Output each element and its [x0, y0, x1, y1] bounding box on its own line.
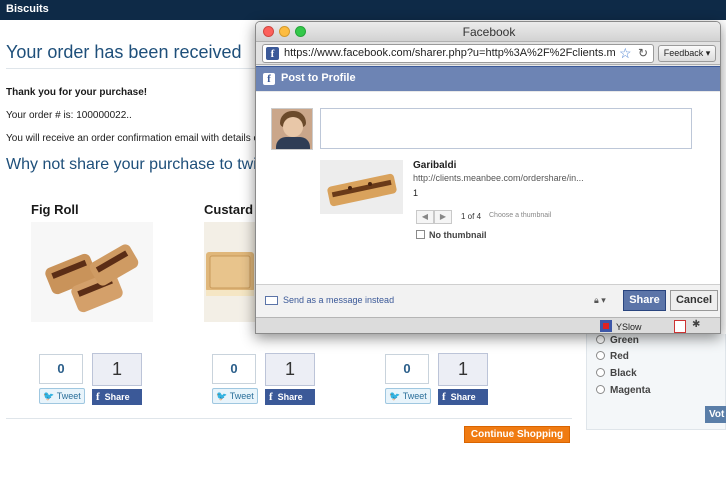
share-footer: Send as a message instead 🔒︎ ▾ Share Can… [256, 284, 720, 317]
confirmation-text: You will receive an order confirmation e… [6, 133, 260, 144]
avatar-face [283, 117, 303, 137]
link-thumbnail[interactable] [320, 160, 403, 214]
radio-button[interactable] [596, 385, 605, 394]
chevron-down-icon: ▾ [705, 48, 711, 58]
product-name[interactable]: Custard [204, 202, 253, 217]
post-to-profile-header: f Post to Profile [256, 66, 720, 91]
poll-option-label: Magenta [610, 385, 651, 396]
tweet-count: 0 [385, 354, 429, 384]
facebook-share-window: Facebook f https://www.facebook.com/shar… [255, 21, 721, 334]
radio-button[interactable] [596, 335, 605, 344]
tweet-button-label: Tweet [56, 391, 81, 401]
no-thumbnail-label: No thumbnail [429, 230, 487, 240]
store-header-title[interactable]: Biscuits [6, 3, 49, 15]
tweet-button[interactable]: 🐦 Tweet [212, 388, 258, 404]
address-field[interactable]: f https://www.facebook.com/sharer.php?u=… [262, 44, 654, 63]
tweet-button[interactable]: 🐦 Tweet [385, 388, 431, 404]
next-thumbnail-button[interactable]: ▶ [434, 210, 452, 224]
custard-cream-illustration [206, 252, 254, 296]
link-description[interactable]: 1 [413, 188, 418, 198]
avatar-shirt [276, 137, 310, 149]
facebook-share-button[interactable]: f Share [438, 389, 488, 405]
yslow-button[interactable]: YSlow [600, 320, 642, 332]
link-title[interactable]: Garibaldi [413, 160, 456, 171]
yslow-icon [600, 320, 612, 332]
facebook-share-count: 1 [92, 353, 142, 386]
radio-button[interactable] [596, 351, 605, 360]
send-as-message-link[interactable]: Send as a message instead [283, 295, 394, 305]
facebook-share-count: 1 [438, 353, 488, 386]
facebook-share-button[interactable]: f Share [92, 389, 142, 405]
tweet-button-label: Tweet [229, 391, 254, 401]
thumbnail-pager: 1 of 4 [461, 212, 482, 221]
facebook-f-icon: f [269, 391, 273, 403]
address-text[interactable]: https://www.facebook.com/sharer.php?u=ht… [284, 47, 616, 59]
post-to-profile-title: Post to Profile [281, 72, 356, 84]
twitter-bird-icon: 🐦 [43, 391, 55, 401]
poll-option-label: Red [610, 351, 629, 362]
tweet-button[interactable]: 🐦 Tweet [39, 388, 85, 404]
share-form: Garibaldi http://clients.meanbee.com/ord… [256, 92, 720, 284]
tweet-count: 0 [39, 354, 83, 384]
choose-thumbnail-label: Choose a thumbnail [489, 212, 552, 219]
product-image-fig-roll[interactable] [31, 222, 153, 322]
facebook-share-label: Share [277, 392, 303, 402]
facebook-share-count: 1 [265, 353, 315, 386]
lock-icon[interactable]: 🔒︎ ▾ [594, 295, 606, 306]
no-thumbnail-checkbox-row[interactable]: No thumbnail [416, 230, 487, 240]
share-button[interactable]: Share [623, 290, 666, 311]
no-thumbnail-checkbox[interactable] [416, 230, 425, 239]
cancel-button[interactable]: Cancel [670, 290, 718, 311]
yslow-label: YSlow [616, 322, 642, 332]
extension-icon[interactable] [674, 320, 686, 333]
facebook-f-icon: f [442, 391, 446, 403]
message-textarea[interactable] [320, 108, 692, 149]
link-url: http://clients.meanbee.com/ordershare/in… [413, 173, 584, 183]
twitter-bird-icon: 🐦 [216, 391, 228, 401]
poll-option-label: Black [610, 368, 637, 379]
poll-option-label: Green [610, 335, 639, 346]
garibaldi-biscuit-illustration [327, 173, 397, 207]
poll-option[interactable]: Black [596, 368, 637, 379]
tweet-button-label: Tweet [402, 391, 427, 401]
store-header-bar: Biscuits [0, 0, 726, 20]
poll-option[interactable]: Red [596, 351, 629, 362]
previous-thumbnail-button[interactable]: ◀ [416, 210, 434, 224]
poll-option[interactable]: Magenta [596, 385, 651, 396]
order-received-heading: Your order has been received [6, 42, 242, 62]
reload-icon[interactable]: ↻ [638, 46, 648, 61]
browser-status-bar: YSlow ✱ [256, 317, 720, 333]
facebook-favicon-icon: f [266, 47, 279, 60]
order-number-text: Your order # is: 100000022.. [6, 110, 132, 121]
envelope-icon [265, 296, 278, 305]
twitter-bird-icon: 🐦 [389, 391, 401, 401]
product-image-custard[interactable] [204, 222, 256, 322]
window-titlebar[interactable]: Facebook [256, 22, 720, 42]
window-title: Facebook [462, 25, 516, 39]
facebook-share-label: Share [450, 392, 476, 402]
tweet-count: 0 [212, 354, 256, 384]
poll-option[interactable]: Green [596, 335, 639, 346]
vote-button[interactable]: Vot [705, 406, 726, 423]
product-name[interactable]: Fig Roll [31, 202, 79, 217]
bug-icon[interactable]: ✱ [692, 319, 700, 330]
address-bar-row: f https://www.facebook.com/sharer.php?u=… [256, 42, 720, 65]
feedback-label: Feedback [663, 48, 704, 58]
fig-roll-biscuit-illustration [45, 244, 139, 313]
radio-button[interactable] [596, 368, 605, 377]
facebook-f-icon: f [263, 73, 275, 85]
continue-shopping-button[interactable]: Continue Shopping [464, 426, 570, 443]
star-bookmark-icon[interactable]: ☆ [619, 46, 632, 61]
facebook-f-icon: f [96, 391, 100, 403]
share-heading: Why not share your purchase to twitte [6, 156, 275, 173]
facebook-share-label: Share [104, 392, 130, 402]
facebook-share-button[interactable]: f Share [265, 389, 315, 405]
avatar [271, 108, 313, 150]
feedback-button[interactable]: Feedback ▾ [658, 45, 716, 62]
divider [6, 418, 572, 419]
thanks-text: Thank you for your purchase! [6, 87, 148, 98]
